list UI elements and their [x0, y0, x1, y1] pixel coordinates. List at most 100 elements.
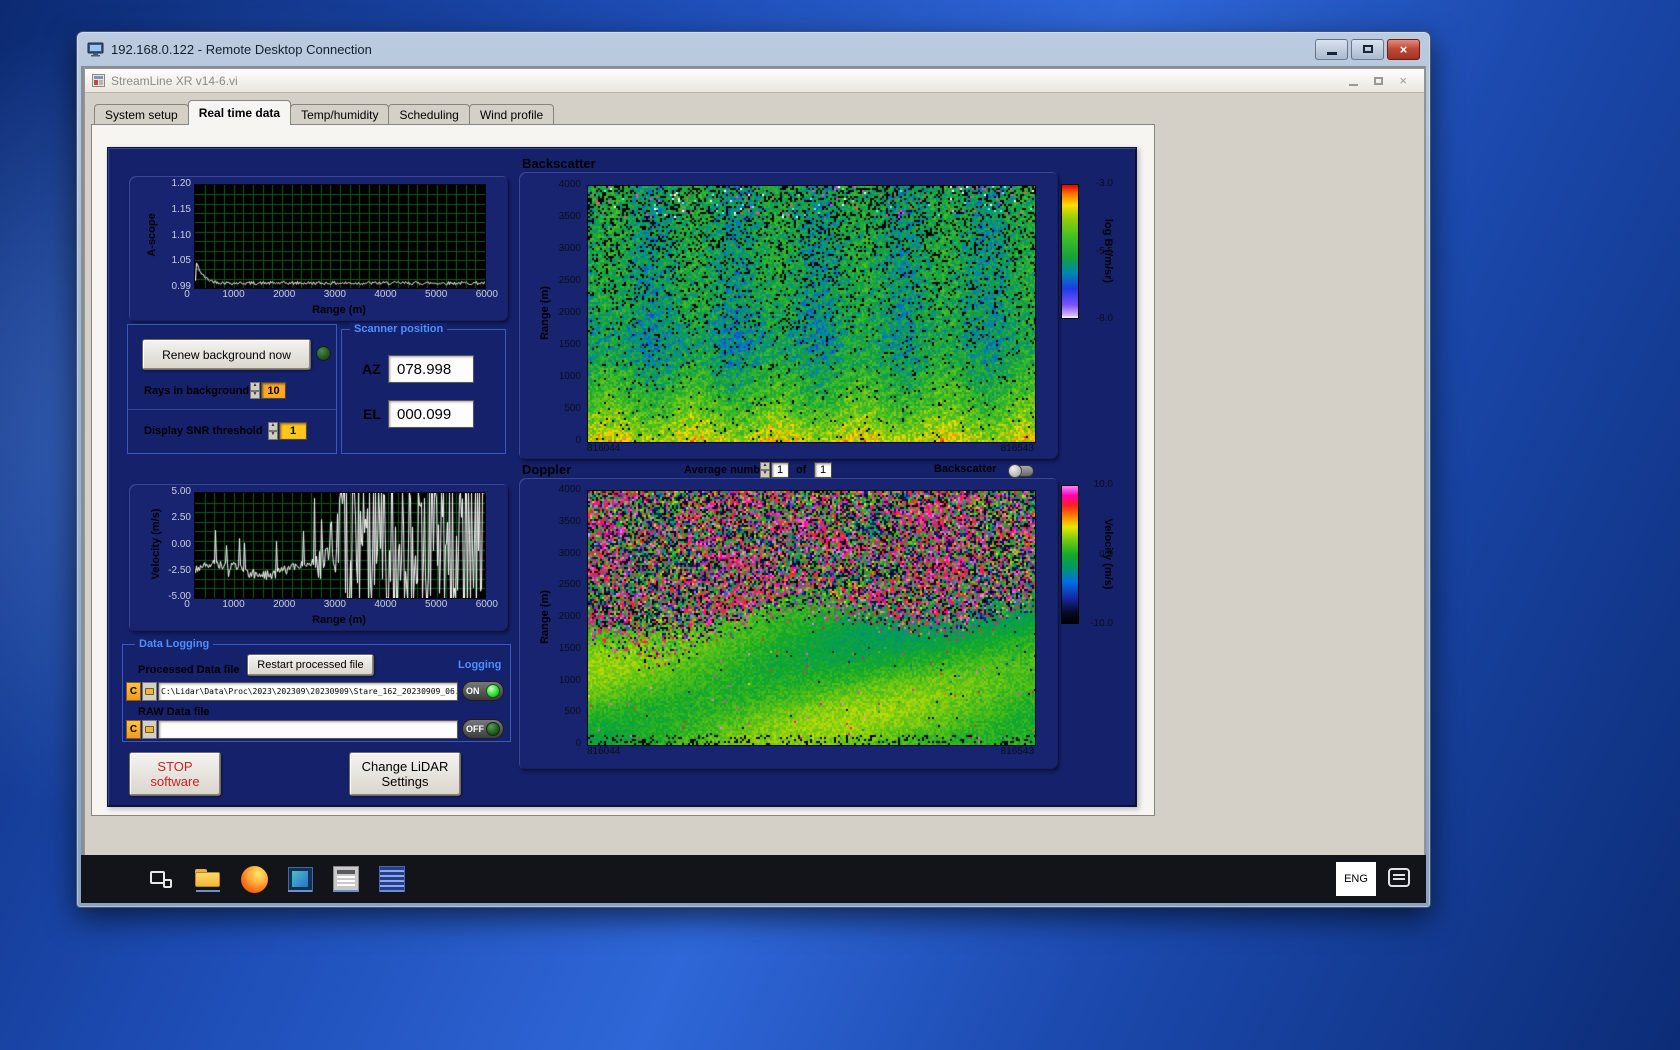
notifications-icon[interactable]: [1388, 868, 1410, 887]
app-close-icon[interactable]: ×: [1399, 74, 1407, 87]
average-number-spinner[interactable]: ▲ ▼: [760, 462, 770, 478]
tab-bar: System setup Real time data Temp/humidit…: [94, 100, 555, 125]
photos-image: [292, 871, 308, 887]
tick-label: 3500: [558, 211, 581, 222]
firefox-icon[interactable]: [239, 864, 269, 894]
rdp-close-button[interactable]: ×: [1387, 38, 1420, 60]
snr-threshold-label: Display SNR threshold: [144, 425, 263, 437]
backscatter-x-start: 816044: [587, 443, 621, 454]
tick-label: 3000: [323, 599, 346, 610]
backscatter-display-toggle[interactable]: [1008, 464, 1034, 478]
app-title: StreamLine XR v14-6.vi: [111, 73, 238, 88]
streamline-app-window: StreamLine XR v14-6.vi × System setup Re…: [84, 68, 1425, 857]
doppler-x-ticks: 816044 816543: [587, 747, 1034, 757]
tick-label: 6000: [475, 289, 498, 300]
tick-label: 0.00: [171, 538, 191, 550]
tick-label: 3000: [558, 547, 581, 559]
data-viewer-icon[interactable]: [377, 864, 407, 894]
rdp-maximize-button[interactable]: [1351, 38, 1384, 60]
tick-label: 0: [575, 435, 581, 446]
firefox-globe: [240, 865, 268, 893]
raw-logging-led: [486, 722, 500, 736]
stop-software-button[interactable]: STOP software: [129, 752, 221, 796]
processed-browse-button[interactable]: [142, 682, 157, 701]
doppler-heatmap-canvas: [587, 490, 1036, 746]
app-icon: [92, 74, 105, 87]
backscatter-x-end: 816543: [1000, 443, 1034, 454]
az-label: AZ: [362, 361, 381, 377]
rays-spinner[interactable]: ▲ ▼: [250, 382, 260, 399]
backscatter-colorbar-title: log B (/m/sr): [1102, 218, 1114, 284]
open-app-underline: [380, 890, 404, 892]
change-button-line2: Settings: [381, 774, 429, 789]
tick-label: 4000: [374, 599, 397, 610]
tick-label: 1.05: [171, 255, 191, 267]
stop-button-line2: software: [150, 774, 200, 789]
ascope-x-ticks: 0 1000 2000 3000 4000 5000 6000: [180, 290, 498, 300]
raw-browse-button[interactable]: [142, 720, 157, 739]
el-label: EL: [363, 406, 381, 422]
folder-body: [195, 872, 220, 887]
tick-label: 3000: [558, 243, 581, 254]
tick-label: 1500: [558, 339, 581, 350]
rays-in-background-label: Rays in background: [144, 385, 250, 397]
ascope-y-ticks: 1.20 1.15 1.10 1.05 0.99: [155, 179, 191, 292]
ascope-plot-canvas: [194, 184, 486, 289]
taskbar: ENG: [81, 855, 1426, 903]
app-titlebar[interactable]: StreamLine XR v14-6.vi ×: [85, 69, 1424, 93]
tick-label: 1000: [558, 674, 581, 686]
tick-label: 1.10: [171, 229, 191, 241]
renew-background-button[interactable]: Renew background now: [142, 339, 311, 370]
processed-logging-led: [486, 684, 500, 698]
tick-label: 2000: [558, 611, 581, 622]
rays-value-field[interactable]: 10: [261, 382, 286, 399]
raw-drive-letter[interactable]: C: [126, 720, 141, 739]
change-lidar-settings-button[interactable]: Change LiDAR Settings: [349, 752, 461, 796]
raw-path-field[interactable]: [158, 720, 458, 739]
tab-real-time-data[interactable]: Real time data: [187, 100, 292, 125]
app-minimize-icon[interactable]: [1349, 83, 1359, 86]
photos-app-icon[interactable]: [285, 864, 315, 894]
rdp-window: 192.168.0.122 - Remote Desktop Connectio…: [76, 31, 1431, 908]
tick-label: 2000: [273, 599, 296, 610]
average-number-field[interactable]: 1: [771, 462, 789, 478]
snr-value-field[interactable]: 1: [279, 422, 307, 440]
tab-wind-profile[interactable]: Wind profile: [468, 104, 555, 125]
average-total-field: 1: [814, 462, 832, 478]
rdp-titlebar[interactable]: 192.168.0.122 - Remote Desktop Connectio…: [77, 32, 1430, 66]
snr-spinner[interactable]: ▲ ▼: [268, 422, 278, 440]
tick-label: 500: [564, 706, 581, 718]
scan-scheduler-icon[interactable]: [331, 864, 361, 894]
tab-system-setup[interactable]: System setup: [94, 104, 189, 125]
close-icon: ×: [1399, 41, 1408, 57]
data-viewer-glyph: [379, 866, 405, 892]
minimize-icon: [1326, 52, 1337, 55]
tab-temp-humidity[interactable]: Temp/humidity: [290, 104, 390, 125]
tab-scheduling[interactable]: Scheduling: [388, 104, 470, 125]
tick-label: 1000: [222, 599, 245, 610]
language-indicator[interactable]: ENG: [1336, 862, 1376, 896]
tick-label: 2500: [558, 579, 581, 591]
data-logging-title: Data Logging: [135, 638, 214, 650]
ascope-plot-frame: A-scope 1.20 1.15 1.10 1.05 0.99 0 1000 2000 30…: [129, 176, 509, 322]
az-value-field: 078.998: [388, 355, 474, 383]
photos-frame: [287, 866, 313, 892]
tick-label: 0: [184, 289, 190, 300]
file-explorer-icon[interactable]: [193, 864, 223, 894]
raw-logging-toggle[interactable]: OFF: [462, 719, 504, 739]
app-restore-icon[interactable]: [1374, 76, 1384, 85]
tick-label: 500: [564, 403, 581, 414]
processed-path-field[interactable]: C:\Lidar\Data\Proc\2023\202309\20230909\…: [158, 682, 458, 701]
rdp-minimize-button[interactable]: [1315, 38, 1348, 60]
raw-data-file-label: RAW Data file: [138, 706, 210, 718]
maximize-icon: [1362, 45, 1373, 53]
tick-label: 4000: [558, 484, 581, 495]
tick-label: 2000: [558, 307, 581, 318]
processed-drive-letter[interactable]: C: [126, 682, 141, 701]
processed-logging-toggle[interactable]: ON: [462, 681, 504, 701]
tick-label: 2000: [273, 289, 296, 300]
task-view-icon[interactable]: [146, 864, 176, 894]
tick-label: 4000: [374, 289, 397, 300]
restart-processed-file-button[interactable]: Restart processed file: [247, 654, 374, 676]
processed-data-file-label: Processed Data file: [138, 664, 240, 676]
